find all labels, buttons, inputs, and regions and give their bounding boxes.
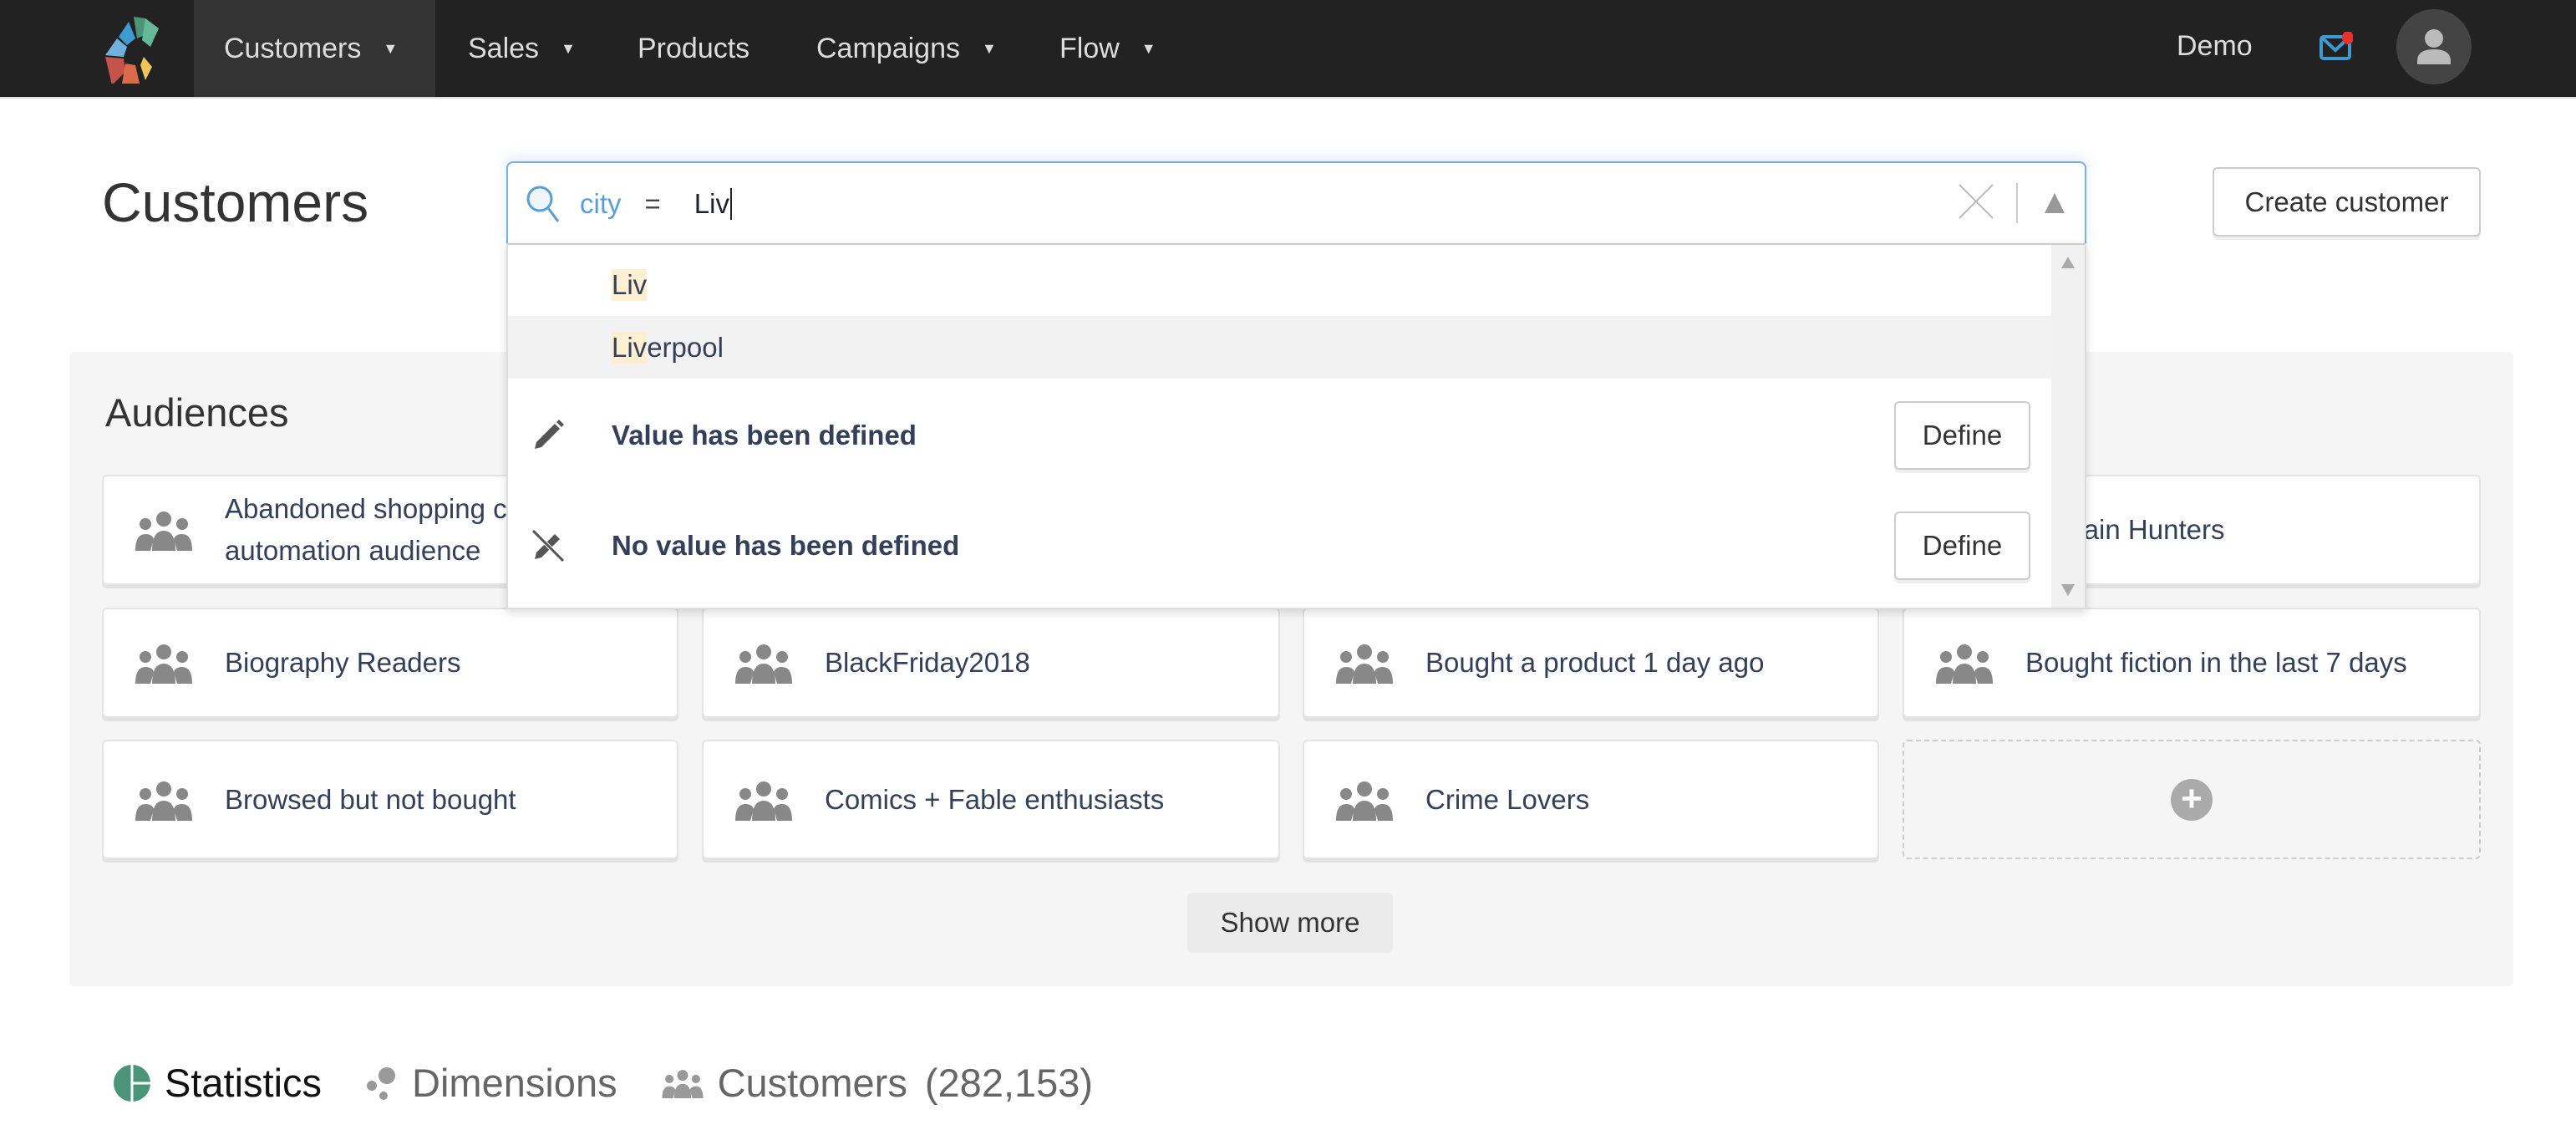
scrollbar[interactable] (2051, 245, 2085, 608)
top-navbar: Customers ▼ Sales ▼ Products Campaigns ▼ Fl… (0, 0, 2576, 99)
pencil-off-icon (531, 529, 565, 562)
caret-down-icon: ▼ (383, 39, 399, 57)
people-icon (662, 1069, 704, 1098)
show-more-button[interactable]: Show more (1187, 893, 1393, 953)
plus-icon: + (2171, 778, 2213, 821)
nav-customers[interactable]: Customers ▼ (194, 0, 435, 97)
caret-down-icon: ▼ (561, 39, 576, 57)
people-icon (1936, 644, 1993, 684)
nav-flow[interactable]: Flow ▼ (1029, 0, 1186, 97)
audiences-title: Audiences (105, 390, 289, 435)
nav-label: Sales (468, 32, 540, 64)
nav-label: Customers (224, 32, 362, 64)
create-customer-button[interactable]: Create customer (2213, 167, 2481, 237)
audience-card[interactable]: Bought a product 1 day ago (1303, 608, 1879, 718)
scroll-down-icon[interactable] (2061, 584, 2075, 596)
definition-label: Value has been defined (612, 420, 917, 450)
filter-field: city (580, 187, 622, 219)
tab-label: Dimensions (412, 1061, 617, 1105)
audience-name: Bargain Hunters (2025, 514, 2225, 545)
caret-down-icon: ▼ (981, 39, 997, 57)
tab-label: Statistics (165, 1061, 323, 1105)
audience-card[interactable]: Biography Readers (102, 608, 678, 718)
define-button[interactable]: Define (1894, 512, 2030, 580)
audience-card[interactable]: Comics + Fable enthusiasts (702, 740, 1280, 859)
divider (2016, 183, 2018, 223)
user-icon (2417, 29, 2451, 64)
collapse-arrow-icon[interactable] (2045, 193, 2065, 213)
definition-option: No value has been defined Define (508, 491, 2053, 600)
nav-label: Flow (1059, 32, 1120, 64)
suggestions-dropdown: Liv Liv erpool Value has been defined Def… (506, 243, 2086, 609)
define-button[interactable]: Define (1894, 401, 2030, 470)
section-tabs: Statistics Dimensions Customers (282,153… (113, 1060, 1136, 1106)
audience-name: Browsed but not bought (225, 783, 516, 815)
dimensions-icon (367, 1066, 396, 1100)
tab-customers[interactable]: Customers (282,153) (661, 1060, 1094, 1106)
user-avatar[interactable] (2396, 9, 2472, 84)
logo[interactable] (99, 13, 169, 84)
nav-products[interactable]: Products (607, 0, 780, 97)
nav-sales[interactable]: Sales ▼ (438, 0, 606, 97)
filter-operator: = (644, 187, 661, 219)
suggestion-item[interactable]: Liv (508, 253, 2053, 316)
tab-statistics[interactable]: Statistics (113, 1060, 322, 1106)
audience-name: Bought fiction in the last 7 days (2025, 647, 2407, 678)
pie-chart-icon (114, 1064, 150, 1102)
pencil-icon (535, 420, 564, 449)
page-title: Customers (102, 171, 369, 233)
add-audience-button[interactable]: + (1903, 740, 2481, 859)
customer-count: (282,153) (924, 1061, 1094, 1105)
match-highlight: Liv (612, 268, 648, 301)
search-icon (526, 186, 560, 222)
nav-label: Products (638, 32, 750, 64)
people-icon (735, 644, 792, 684)
people-icon (135, 781, 192, 821)
clear-icon[interactable] (1958, 183, 1994, 220)
caret-down-icon: ▼ (1141, 39, 1156, 57)
nav-label: Campaigns (816, 32, 960, 64)
definition-label: No value has been defined (612, 530, 960, 561)
audience-card[interactable]: Crime Lovers (1303, 740, 1879, 859)
definition-option: Value has been defined Define (508, 381, 2053, 490)
audience-name: Bought a product 1 day ago (1425, 647, 1765, 678)
filter-value[interactable]: Liv (694, 187, 732, 220)
suggestion-item[interactable]: Liv erpool (508, 316, 2053, 379)
people-icon (1336, 781, 1393, 821)
nav-campaigns[interactable]: Campaigns ▼ (786, 0, 1027, 97)
audience-name: Comics + Fable enthusiasts (825, 783, 1165, 815)
audience-card[interactable]: Bought fiction in the last 7 days (1903, 608, 2481, 718)
people-icon (735, 781, 792, 821)
people-icon (135, 644, 192, 684)
suggestion-rest: erpool (647, 331, 724, 363)
tab-dimensions[interactable]: Dimensions (365, 1060, 617, 1106)
tab-label: Customers (717, 1061, 907, 1105)
match-highlight: Liv (612, 331, 648, 364)
account-name[interactable]: Demo (2177, 30, 2253, 63)
mail-icon[interactable] (2319, 32, 2353, 60)
people-icon (135, 512, 192, 551)
scroll-up-icon[interactable] (2061, 257, 2075, 268)
search-input[interactable]: city = Liv (506, 161, 2086, 244)
audience-card[interactable]: BlackFriday2018 (702, 608, 1280, 718)
audience-card[interactable]: Browsed but not bought (102, 740, 678, 859)
audience-name: Biography Readers (225, 647, 461, 678)
audience-name: BlackFriday2018 (825, 647, 1030, 678)
audience-name: Crime Lovers (1425, 783, 1590, 815)
people-icon (1336, 644, 1393, 684)
